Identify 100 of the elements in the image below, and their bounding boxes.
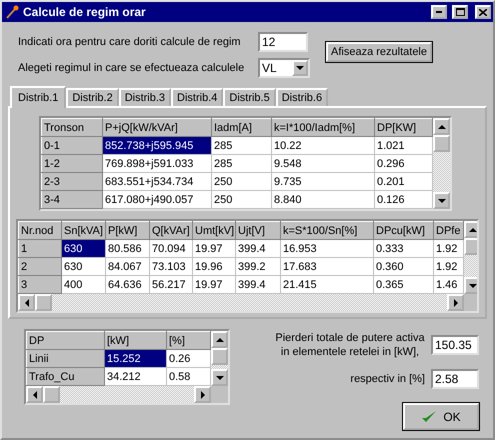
scroll-up-button[interactable] <box>433 118 450 135</box>
column-header: k=S*100/Sn[%] <box>280 222 374 240</box>
close-icon <box>479 8 487 16</box>
data-grid[interactable]: DP [kW] [%] Linii 15.252 0.26 Trafo_Cu 34.212 0.58 <box>24 329 230 405</box>
right-arrow-icon <box>200 390 206 398</box>
tab[interactable]: Distrib.1 <box>10 86 66 108</box>
data-grid[interactable] <box>16 219 479 313</box>
table-cell[interactable]: 9.735 <box>272 172 374 190</box>
scroll-left-button[interactable] <box>18 294 35 311</box>
table-cell[interactable]: 1.92 <box>434 258 464 276</box>
column-header: DP[KW] <box>374 118 432 136</box>
table-cell[interactable]: 250 <box>212 172 272 190</box>
column-header: Tronson <box>42 118 102 136</box>
column-header: k=I*100/Iadm[%] <box>272 118 374 136</box>
scroll-thumb[interactable] <box>433 135 450 152</box>
row-header: Trafo_Cu <box>26 368 104 386</box>
table-cell[interactable]: 9.548 <box>272 154 374 172</box>
scroll-down-button[interactable] <box>464 277 477 294</box>
table-cell[interactable]: 0.126 <box>374 190 432 208</box>
table-cell[interactable]: 285 <box>212 136 272 154</box>
row-header: 1-2 <box>42 154 102 172</box>
row-header: 0-1 <box>42 136 102 154</box>
horizontal-scrollbar[interactable] <box>26 386 211 403</box>
total-losses-field[interactable]: 150.35 <box>431 335 479 355</box>
table-cell[interactable]: 19.97 <box>192 276 236 294</box>
scroll-down-button[interactable] <box>211 369 228 386</box>
table-cell[interactable]: 1.021 <box>374 136 432 154</box>
table-cell[interactable]: 630 <box>62 240 106 258</box>
column-header: DPfe <box>434 222 464 240</box>
percent-label: respectiv in [%] <box>350 373 425 385</box>
table-cell[interactable]: 1.46 <box>434 276 464 294</box>
table-cell[interactable]: 400 <box>62 276 106 294</box>
scroll-down-button[interactable] <box>433 192 450 209</box>
table-cell[interactable]: 399.2 <box>236 258 280 276</box>
table-cell[interactable]: 19.97 <box>192 240 236 258</box>
checkmark-icon <box>421 410 438 424</box>
column-header: P[kW] <box>106 222 150 240</box>
close-button[interactable] <box>475 5 491 19</box>
table-cell[interactable]: 250 <box>212 190 272 208</box>
table-cell[interactable]: 21.415 <box>280 276 374 294</box>
scroll-thumb[interactable] <box>35 294 52 311</box>
table-cell[interactable]: 64.636 <box>106 276 150 294</box>
scrollbar-track[interactable] <box>211 365 228 369</box>
regime-dropdown[interactable]: VL <box>258 58 310 78</box>
table-cell[interactable]: 8.840 <box>272 190 374 208</box>
table-cell[interactable]: 630 <box>62 258 106 276</box>
table-cell[interactable]: 73.103 <box>150 258 192 276</box>
table-cell[interactable]: 70.094 <box>150 240 192 258</box>
vertical-scrollbar[interactable] <box>433 118 450 209</box>
table-cell[interactable]: 0.333 <box>374 240 434 258</box>
scroll-thumb[interactable] <box>464 238 477 255</box>
show-results-button[interactable]: Afiseaza rezultatele <box>326 42 432 62</box>
data-grid[interactable]: Tronson P+jQ[kW/kVAr] Iadm[A] k=I*100/Iadm[%] DP[KW] 0-1 852.738+j595.945 285 10.22 1.021 1-2 769.898+j591.033 285 9.548 0.296 2-3 683.551+j534.734 250 9.735 0.201 3-4 617.080+j490.057 250 8.840 0.126 <box>39 116 452 211</box>
table-cell[interactable]: 0.58 <box>166 368 210 386</box>
table-cell[interactable]: 0.360 <box>374 258 434 276</box>
tab[interactable]: Distrib.3 <box>118 88 172 106</box>
scroll-left-button[interactable] <box>26 386 43 403</box>
table-cell[interactable]: 19.96 <box>192 258 236 276</box>
table-cell[interactable]: 0.365 <box>374 276 434 294</box>
scroll-right-button[interactable] <box>194 386 211 403</box>
window-title: Calcule de regim orar <box>23 5 147 19</box>
table-cell[interactable]: 399.4 <box>236 276 280 294</box>
table-cell[interactable]: 1.92 <box>434 240 464 258</box>
table-cell[interactable]: 34.212 <box>104 368 166 386</box>
tab[interactable]: Distrib.5 <box>223 88 276 106</box>
scroll-thumb[interactable] <box>211 348 228 365</box>
ok-button[interactable]: OK <box>403 403 479 430</box>
table-cell[interactable]: 0.26 <box>166 350 210 368</box>
vertical-scrollbar[interactable] <box>211 331 228 386</box>
table-cell[interactable]: 769.898+j591.033 <box>102 154 212 172</box>
table-cell[interactable]: 285 <box>212 154 272 172</box>
table-cell[interactable]: 10.22 <box>272 136 374 154</box>
column-header: Q[kVAr] <box>150 222 192 240</box>
maximize-button[interactable] <box>452 5 468 19</box>
table-cell[interactable]: 84.067 <box>106 258 150 276</box>
table-cell[interactable]: 56.217 <box>150 276 192 294</box>
column-header: [%] <box>166 332 210 350</box>
tab[interactable]: Distrib.6 <box>276 88 328 106</box>
scroll-up-button[interactable] <box>211 331 228 348</box>
minimize-button[interactable] <box>431 5 447 19</box>
table-cell[interactable]: 80.586 <box>106 240 150 258</box>
hour-field[interactable]: 12 <box>258 32 308 52</box>
scroll-thumb[interactable] <box>43 386 60 403</box>
tab[interactable]: Distrib.2 <box>66 88 119 106</box>
scroll-right-button[interactable] <box>447 294 464 311</box>
table-cell[interactable]: 683.551+j534.734 <box>102 172 212 190</box>
percent-field[interactable]: 2.58 <box>431 369 479 389</box>
table-cell[interactable]: 399.4 <box>236 240 280 258</box>
row-header: 1 <box>18 240 62 258</box>
table-cell[interactable]: 17.683 <box>280 258 374 276</box>
column-header: Nr.nod <box>18 222 62 240</box>
vertical-scrollbar[interactable] <box>464 221 477 294</box>
table-cell[interactable]: 15.252 <box>104 350 166 368</box>
tab[interactable]: Distrib.4 <box>171 88 224 106</box>
table-cell[interactable]: 0.201 <box>374 172 432 190</box>
table-cell[interactable]: 617.080+j490.057 <box>102 190 212 208</box>
table-cell[interactable]: 0.296 <box>374 154 432 172</box>
scroll-up-button[interactable] <box>464 221 477 238</box>
table-cell[interactable]: 852.738+j595.945 <box>102 136 212 154</box>
table-cell[interactable]: 16.953 <box>280 240 374 258</box>
